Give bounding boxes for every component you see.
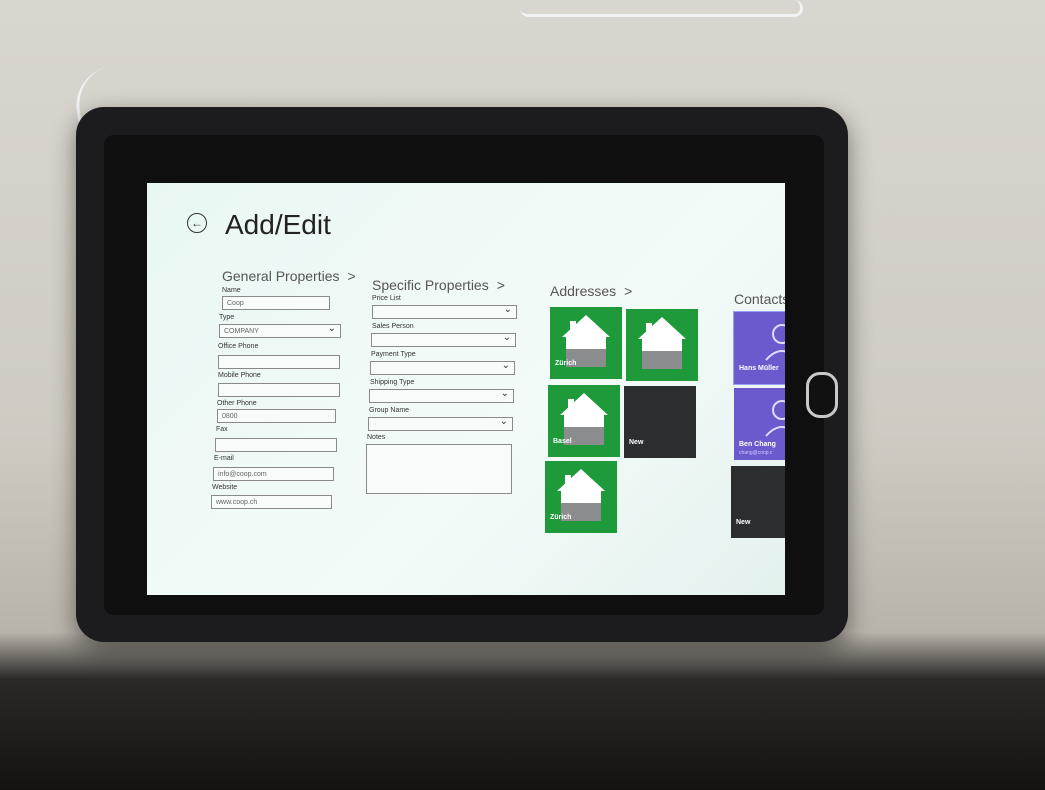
mobile-phone-field[interactable] [218,383,340,397]
payment-type-select[interactable] [370,359,515,375]
name-field[interactable]: Coop [222,296,330,310]
section-general-label: General Properties [222,268,340,284]
address-tile[interactable]: Basel [548,385,620,457]
other-phone-field[interactable]: 0800 [217,409,336,423]
address-tile[interactable] [626,309,698,381]
section-addresses-heading[interactable]: Addresses > [550,283,632,299]
house-icon [638,317,686,369]
cable [520,0,803,17]
contact-name: Ben Chang [739,441,776,448]
new-contact-label: New [736,519,751,526]
address-tile-label: Zürich [555,360,577,367]
address-tile[interactable]: Zürich [550,307,622,379]
office-phone-field[interactable] [218,355,340,369]
price-list-select[interactable] [372,303,517,319]
chevron-right-icon: > [347,268,356,284]
type-select[interactable]: COMPANY [219,322,341,338]
notes-textarea[interactable] [366,444,512,494]
group-name-select[interactable] [368,415,513,431]
email-label: E-mail [214,455,234,462]
address-tile-label: Zürich [550,514,572,521]
name-label: Name [222,287,241,294]
new-contact-tile[interactable]: New [731,466,785,538]
page-title: Add/Edit [225,209,331,240]
section-addresses-label: Addresses [550,283,617,299]
shipping-type-select[interactable] [369,387,514,403]
app-screen: ← Add/Edit General Properties > Name Coop… [147,183,785,595]
section-contacts-heading[interactable]: Contacts [734,291,785,307]
section-contacts-label: Contacts [734,291,785,307]
price-list-label: Price List [372,295,401,302]
address-tile[interactable]: Zürich [545,461,617,533]
address-tile-label: Basel [553,438,572,445]
website-field[interactable]: www.coop.ch [211,495,332,509]
person-icon [765,324,785,361]
mobile-phone-label: Mobile Phone [218,372,261,379]
fax-field[interactable] [215,438,337,452]
chevron-right-icon: > [624,283,633,299]
chevron-right-icon: > [496,277,505,293]
new-address-tile[interactable]: New [624,386,696,458]
section-specific-heading[interactable]: Specific Properties > [372,277,505,293]
payment-type-label: Payment Type [371,351,416,358]
contact-tile[interactable]: Hans Müller [733,311,785,385]
sales-person-select[interactable] [371,331,516,347]
new-address-label: New [629,439,644,446]
group-name-label: Group Name [369,407,410,414]
contact-tile[interactable]: Ben Chang chang@coop.c [734,388,785,460]
sales-person-label: Sales Person [372,323,414,330]
email-field[interactable]: info@coop.com [213,467,334,481]
type-label: Type [219,314,235,321]
website-label: Website [212,484,238,491]
person-icon [765,400,785,437]
other-phone-label: Other Phone [217,400,257,407]
shipping-type-label: Shipping Type [370,379,415,386]
notes-label: Notes [367,434,386,441]
section-specific-label: Specific Properties [372,277,489,293]
type-value: COMPANY [224,328,259,335]
contact-email: chang@coop.c [739,450,773,456]
section-general-heading[interactable]: General Properties > [222,268,356,284]
back-arrow-icon[interactable]: ← [187,213,207,233]
contact-name: Hans Müller [739,365,779,372]
fax-label: Fax [216,426,228,433]
office-phone-label: Office Phone [218,343,259,350]
home-button[interactable] [806,372,838,418]
